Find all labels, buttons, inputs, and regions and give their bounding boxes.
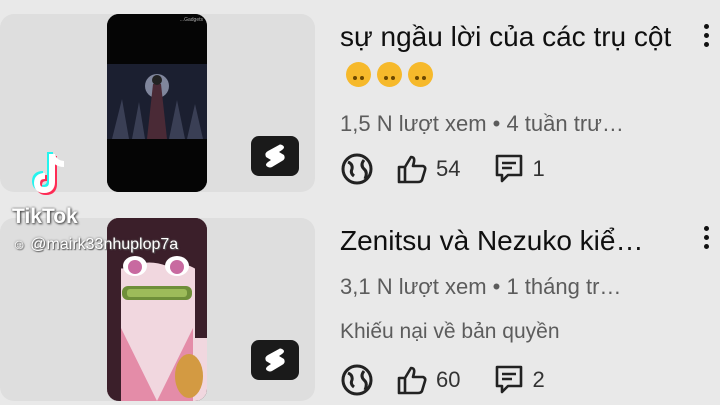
shorts-icon	[265, 144, 285, 168]
comment-icon[interactable]	[494, 364, 524, 396]
globe-icon[interactable]	[340, 152, 374, 186]
tiktok-brand: TikTok	[12, 205, 78, 228]
tiktok-logo-icon	[31, 152, 65, 196]
video-title[interactable]: Zenitsu và Nezuko kiể…	[340, 222, 690, 260]
comment-count: 1	[532, 156, 545, 181]
comment-count: 2	[532, 367, 545, 392]
globe-icon[interactable]	[340, 363, 374, 397]
video-meta: 1,5 N lượt xem • 4 tuần trư…	[340, 111, 624, 136]
tiktok-username-text: @mairk33nhuplop7a	[30, 236, 179, 253]
copyright-notice[interactable]: Khiếu nại về bản quyền	[340, 320, 560, 344]
like-count: 54	[436, 156, 461, 181]
video-title-text: sự ngầu lời của các trụ cột	[340, 21, 672, 52]
thumbnail-corner-label: ...Gadgets	[179, 17, 203, 23]
thumbnail-art	[107, 14, 207, 192]
video-meta: 3,1 N lượt xem • 1 tháng tr…	[340, 274, 622, 299]
more-vert-icon[interactable]	[700, 222, 712, 262]
shorts-badge	[251, 136, 299, 176]
thumbs-up-icon[interactable]	[396, 364, 428, 396]
shorts-badge	[251, 340, 299, 380]
video-card-1[interactable]: ...Gadgets sự ngầu lời của các trụ cột 1…	[0, 0, 720, 205]
like-count: 60	[436, 367, 461, 392]
tiktok-username: ☺ @mairk33nhuplop7a	[12, 236, 179, 253]
upside-down-face-icon	[408, 62, 433, 87]
video-thumbnail-1[interactable]: ...Gadgets	[107, 14, 207, 192]
upside-down-face-icon	[346, 62, 371, 87]
video-actions: 60 2	[340, 363, 579, 397]
upside-down-face-icon	[377, 62, 402, 87]
video-title[interactable]: sự ngầu lời của các trụ cột	[340, 18, 690, 94]
comment-icon[interactable]	[494, 153, 524, 185]
thumbs-up-icon[interactable]	[396, 153, 428, 185]
video-actions: 54 1	[340, 152, 579, 186]
shorts-icon	[265, 348, 285, 372]
more-vert-icon[interactable]	[700, 20, 712, 60]
